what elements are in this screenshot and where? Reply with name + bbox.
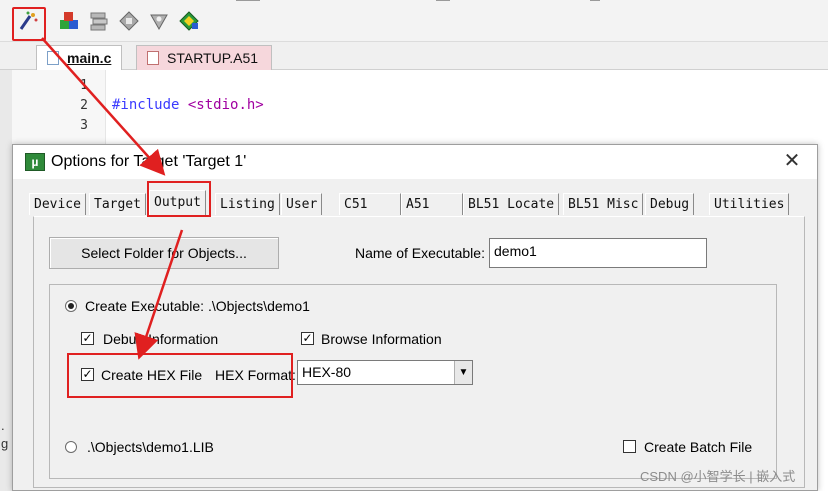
output-tab-highlight (147, 181, 211, 217)
line-number: 2 (80, 98, 88, 113)
create-executable-radio[interactable] (65, 300, 77, 312)
options-button-highlight (12, 7, 46, 41)
toolbar (0, 0, 828, 42)
debug-information-checkbox[interactable]: ✓ (81, 332, 94, 345)
tab-utilities[interactable]: Utilities (709, 193, 790, 215)
create-batch-file-checkbox[interactable] (623, 440, 636, 453)
code-header: <stdio.h> (187, 97, 264, 113)
line-number: 1 (80, 78, 88, 93)
left-edge-fragment: . (1, 418, 5, 433)
create-library-radio[interactable] (65, 441, 77, 453)
watermark: CSDN @小智学长 | 嵌入式 (640, 469, 796, 484)
tab-bl51-locate[interactable]: BL51 Locate (463, 193, 560, 215)
left-edge-fragment: g (1, 436, 9, 451)
create-library-label: .\Objects\demo1.LIB (87, 439, 214, 455)
code-keyword: #include (112, 97, 180, 113)
debug-information-label: Debug Information (103, 331, 219, 347)
code-line-include: #include <stdio.h> (112, 97, 264, 113)
name-of-executable-input[interactable]: demo1 (489, 238, 707, 268)
tab-bl51-misc[interactable]: BL51 Misc (563, 193, 644, 215)
editor-tabstrip: main.c STARTUP.A51 (0, 42, 828, 70)
hex-format-value: HEX-80 (302, 364, 352, 380)
options-for-target-dialog: µ Options for Target 'Target 1' ✕ Device… (12, 144, 818, 491)
line-number: 3 (80, 118, 88, 133)
tab-c51[interactable]: C51 (339, 193, 401, 215)
tab-listing[interactable]: Listing (215, 193, 280, 215)
select-device-icon[interactable] (176, 8, 202, 34)
line-number-gutter (0, 70, 106, 150)
target-options-icon[interactable] (146, 8, 172, 34)
code-editor[interactable]: 1 2 3 #include <stdio.h> (0, 70, 828, 150)
tab-debug[interactable]: Debug (645, 193, 695, 215)
editor-tab-main-c[interactable]: main.c (36, 45, 122, 70)
editor-tab-startup-a51[interactable]: STARTUP.A51 (136, 45, 272, 70)
manage-books-icon[interactable] (86, 8, 112, 34)
tab-user[interactable]: User (281, 193, 323, 215)
file-icon (147, 51, 159, 65)
browse-information-label: Browse Information (321, 331, 442, 347)
create-batch-file-label: Create Batch File (644, 439, 753, 455)
hex-format-select[interactable]: HEX-80 ▼ (297, 360, 473, 385)
dialog-titlebar: µ Options for Target 'Target 1' ✕ (13, 145, 817, 179)
toolbar-separator (236, 0, 260, 5)
tab-device[interactable]: Device (29, 193, 86, 215)
browse-information-checkbox[interactable]: ✓ (301, 332, 314, 345)
create-hex-highlight (67, 353, 293, 398)
file-icon (47, 51, 59, 65)
dialog-tabs: Device Target Output Listing User C51 A5… (29, 190, 809, 216)
close-icon[interactable]: ✕ (781, 151, 803, 173)
dialog-title: Options for Target 'Target 1' (51, 153, 247, 170)
toolbar-separator (436, 0, 450, 5)
options-components-icon[interactable] (56, 8, 82, 34)
name-of-executable-label: Name of Executable: (355, 245, 485, 261)
keil-app-icon: µ (25, 153, 45, 171)
tab-a51[interactable]: A51 (401, 193, 463, 215)
create-executable-label: Create Executable: .\Objects\demo1 (85, 298, 310, 314)
pack-installer-icon[interactable] (116, 8, 142, 34)
chevron-down-icon[interactable]: ▼ (454, 361, 472, 384)
select-folder-button[interactable]: Select Folder for Objects... (49, 237, 279, 269)
tab-target[interactable]: Target (89, 193, 146, 215)
toolbar-separator (590, 0, 600, 5)
